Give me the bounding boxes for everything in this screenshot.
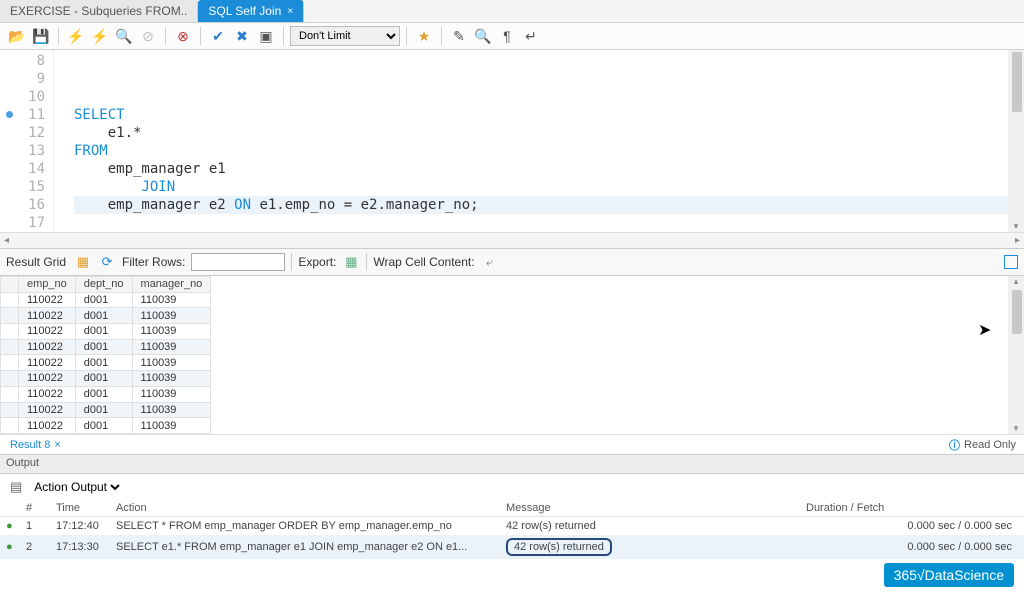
explain-icon[interactable]: 🔍 bbox=[113, 25, 135, 47]
result-grid[interactable]: emp_nodept_nomanager_no110022d0011100391… bbox=[0, 276, 211, 434]
result-toolbar: Result Grid ▦ ⟳ Filter Rows: Export: ▦ W… bbox=[0, 248, 1024, 276]
filter-label: Filter Rows: bbox=[122, 255, 185, 269]
invisible-icon[interactable]: ¶ bbox=[496, 25, 518, 47]
close-icon[interactable]: × bbox=[287, 6, 293, 17]
filter-input[interactable] bbox=[191, 253, 285, 271]
code-area[interactable]: SELECT e1.*FROM emp_manager e1 JOIN emp_… bbox=[54, 50, 1008, 232]
result-footer: Result 8× ⓘRead Only bbox=[0, 434, 1024, 454]
table-row[interactable]: 110022d001110039 bbox=[1, 386, 211, 402]
autocommit-icon[interactable]: ▣ bbox=[255, 25, 277, 47]
result-tab[interactable]: Result 8× bbox=[4, 437, 67, 453]
editor-hscroll[interactable]: ◂▸ bbox=[0, 232, 1024, 248]
watermark: 365√DataScience bbox=[884, 563, 1014, 587]
toggle-icon[interactable]: ⊗ bbox=[172, 25, 194, 47]
output-row[interactable]: ●117:12:40SELECT * FROM emp_manager ORDE… bbox=[0, 517, 1024, 536]
table-row[interactable]: 110022d001110039 bbox=[1, 355, 211, 371]
table-row[interactable]: 110022d001110039 bbox=[1, 402, 211, 418]
close-icon[interactable]: × bbox=[54, 439, 60, 451]
refresh-icon[interactable]: ⟳ bbox=[98, 254, 116, 270]
limit-select[interactable]: Don't Limit bbox=[290, 26, 400, 46]
commit-icon[interactable]: ✔ bbox=[207, 25, 229, 47]
info-icon: ⓘ bbox=[949, 437, 960, 453]
rollback-icon[interactable]: ✖ bbox=[231, 25, 253, 47]
sql-editor[interactable]: 891011121314151617 SELECT e1.*FROM emp_m… bbox=[0, 50, 1024, 232]
export-label: Export: bbox=[298, 255, 336, 269]
sql-toolbar: 📂 💾 ⚡ ⚡ 🔍 ⊘ ⊗ ✔ ✖ ▣ Don't Limit ★ ✎ 🔍 ¶ … bbox=[0, 22, 1024, 50]
output-header: Output bbox=[0, 454, 1024, 474]
file-tabs: EXERCISE - Subqueries FROM.. SQL Self Jo… bbox=[0, 0, 1024, 22]
wrap-label: Wrap Cell Content: bbox=[373, 255, 474, 269]
output-list-icon[interactable]: ▤ bbox=[10, 479, 22, 495]
editor-scrollbar[interactable]: ▴▾ bbox=[1008, 50, 1024, 232]
find-icon[interactable]: 🔍 bbox=[472, 25, 494, 47]
output-row[interactable]: ●217:13:30SELECT e1.* FROM emp_manager e… bbox=[0, 535, 1024, 559]
execute-current-icon[interactable]: ⚡ bbox=[89, 25, 111, 47]
tab-self-join[interactable]: SQL Self Join× bbox=[198, 0, 304, 22]
side-panel-toggle[interactable] bbox=[1004, 255, 1018, 269]
export-icon[interactable]: ▦ bbox=[342, 254, 360, 270]
stop-icon[interactable]: ⊘ bbox=[137, 25, 159, 47]
wrap-icon[interactable]: ↵ bbox=[520, 25, 542, 47]
cursor-pointer: ➤ bbox=[978, 320, 991, 340]
table-row[interactable]: 110022d001110039 bbox=[1, 339, 211, 355]
grid-icon[interactable]: ▦ bbox=[74, 254, 92, 270]
readonly-indicator: ⓘRead Only bbox=[949, 437, 1016, 453]
output-grid[interactable]: #TimeActionMessageDuration / Fetch●117:1… bbox=[0, 500, 1024, 559]
beautify-icon[interactable]: ✎ bbox=[448, 25, 470, 47]
table-row[interactable]: 110022d001110039 bbox=[1, 308, 211, 324]
wrap-cell-icon[interactable]: ⤶ bbox=[481, 254, 499, 270]
save-icon[interactable]: 💾 bbox=[30, 25, 52, 47]
grid-scrollbar[interactable]: ▴▾ bbox=[1008, 276, 1024, 434]
table-row[interactable]: 110022d001110039 bbox=[1, 292, 211, 308]
table-row[interactable]: 110022d001110039 bbox=[1, 324, 211, 340]
result-grid-label: Result Grid bbox=[6, 255, 66, 269]
table-row[interactable]: 110022d001110039 bbox=[1, 371, 211, 387]
output-mode-select[interactable]: Action Output bbox=[30, 479, 123, 495]
favorite-icon[interactable]: ★ bbox=[413, 25, 435, 47]
table-row[interactable]: 110022d001110039 bbox=[1, 418, 211, 434]
tab-subqueries[interactable]: EXERCISE - Subqueries FROM.. bbox=[0, 0, 198, 22]
output-toolbar: ▤ Action Output bbox=[0, 474, 1024, 500]
execute-icon[interactable]: ⚡ bbox=[65, 25, 87, 47]
result-grid-area: emp_nodept_nomanager_no110022d0011100391… bbox=[0, 276, 1024, 434]
open-icon[interactable]: 📂 bbox=[6, 25, 28, 47]
line-gutter: 891011121314151617 bbox=[0, 50, 54, 232]
